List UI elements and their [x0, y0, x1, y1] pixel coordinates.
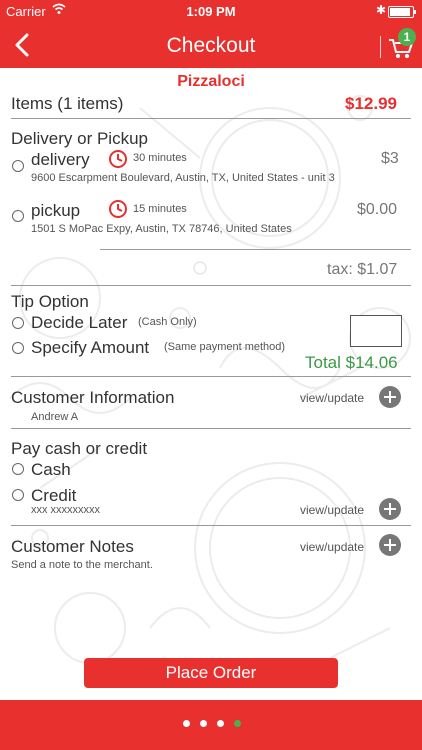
page-indicator-dot[interactable]: [216, 720, 224, 727]
page-indicator-dot[interactable]: [199, 720, 207, 727]
pickup-fee: $0.00: [357, 201, 398, 218]
payment-title: Pay cash or credit: [11, 439, 148, 458]
plus-circle-icon[interactable]: [379, 386, 401, 408]
tip-decide-later-label: Decide Later: [31, 313, 128, 332]
clock-icon: [109, 200, 127, 218]
credit-radio[interactable]: [12, 489, 24, 501]
nav-bar: Checkout 1: [0, 22, 422, 68]
status-bar: Carrier 1:09 PM ✱: [0, 0, 422, 22]
tip-specify-amount-label: Specify Amount: [31, 338, 150, 357]
card-number-masked: xxx xxxxxxxxx: [31, 504, 101, 516]
delivery-label: delivery: [31, 150, 90, 169]
payment-update-link[interactable]: view/update: [300, 503, 364, 517]
merchant-name: Pizzaloci: [177, 73, 245, 90]
cart-count-badge: 1: [398, 28, 416, 46]
notes-placeholder[interactable]: Send a note to the merchant.: [11, 559, 153, 571]
delivery-address: 9600 Escarpment Boulevard, Austin, TX, U…: [31, 172, 335, 184]
delivery-radio[interactable]: [12, 160, 24, 172]
tip-specify-amount-radio[interactable]: [12, 342, 24, 354]
delivery-pickup-title: Delivery or Pickup: [11, 129, 148, 148]
items-label: Items (1 items): [11, 94, 124, 113]
credit-label: Credit: [31, 486, 77, 505]
tip-decide-later-note: (Cash Only): [138, 316, 197, 328]
bluetooth-icon: ✱: [376, 3, 387, 17]
cash-label: Cash: [31, 460, 71, 479]
page-indicator-dot[interactable]: [182, 720, 190, 727]
tip-decide-later-radio[interactable]: [12, 317, 24, 329]
cash-radio[interactable]: [12, 463, 24, 475]
divider-fees: [100, 249, 411, 250]
customer-name: Andrew A: [31, 411, 79, 423]
tip-title: Tip Option: [11, 292, 89, 311]
customer-notes-title: Customer Notes: [11, 537, 134, 556]
tip-amount-input[interactable]: [350, 315, 402, 347]
status-time: 1:09 PM: [186, 4, 236, 19]
checkout-content: Pizzaloci Items (1 items) $12.99 Deliver…: [0, 68, 422, 700]
divider-customer: [11, 428, 411, 429]
battery-icon: [388, 6, 416, 18]
divider-tax: [11, 285, 411, 286]
items-total: $12.99: [345, 94, 397, 113]
tax-value: tax: $1.07: [327, 261, 398, 278]
delivery-fee: $3: [381, 150, 399, 167]
divider-total: [11, 376, 411, 377]
tip-specify-amount-note: (Same payment method): [164, 341, 286, 353]
customer-info-update-link[interactable]: view/update: [300, 391, 364, 405]
nav-divider: [380, 36, 381, 58]
plus-circle-icon[interactable]: [379, 534, 401, 556]
place-order-button[interactable]: Place Order: [84, 658, 338, 688]
notes-update-link[interactable]: view/update: [300, 540, 364, 554]
pickup-radio[interactable]: [12, 210, 24, 222]
divider-payment: [11, 525, 411, 526]
order-total: Total $14.06: [305, 353, 398, 372]
page-title: Checkout: [166, 34, 256, 57]
page-indicator-dot[interactable]: [233, 720, 241, 727]
pickup-address: 1501 S MoPac Expy, Austin, TX 78746, Uni…: [31, 223, 292, 235]
plus-circle-icon[interactable]: [379, 498, 401, 520]
clock-icon: [109, 150, 127, 168]
pickup-time: 15 minutes: [133, 203, 187, 215]
delivery-time: 30 minutes: [133, 152, 187, 164]
pickup-label: pickup: [31, 201, 81, 220]
divider-items: [11, 118, 411, 119]
customer-info-title: Customer Information: [11, 388, 175, 407]
bottom-bar: [0, 700, 422, 750]
